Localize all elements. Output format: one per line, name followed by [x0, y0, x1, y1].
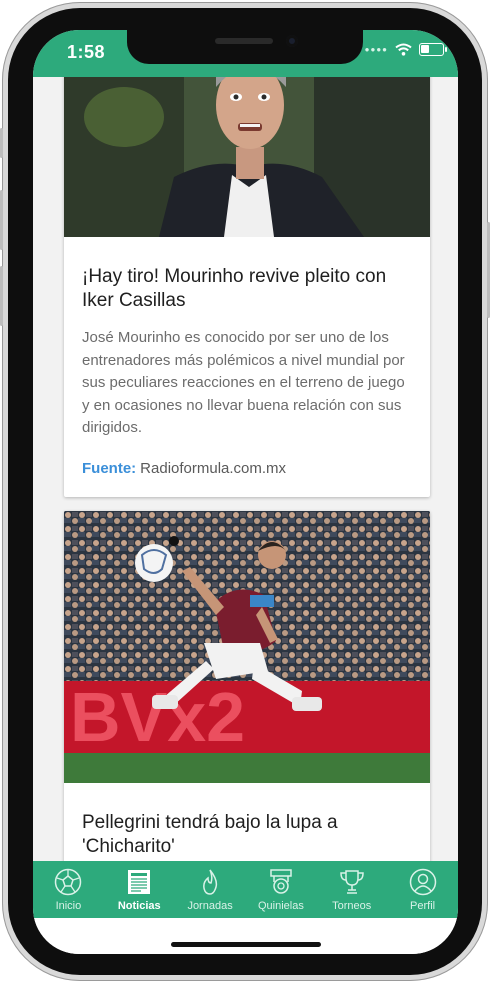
front-camera: [286, 35, 298, 47]
volume-down-button: [0, 266, 3, 326]
mute-switch: [0, 128, 3, 158]
tab-torneos[interactable]: Torneos: [316, 861, 387, 918]
home-indicator[interactable]: [171, 942, 321, 947]
news-feed[interactable]: ¡Hay tiro! Mourinho revive pleito con Ik…: [33, 77, 458, 861]
home-indicator-area: [33, 918, 458, 954]
notch: [127, 30, 363, 64]
tab-inicio[interactable]: Inicio: [33, 861, 104, 918]
status-icons: ●●●●: [364, 43, 447, 56]
source-name[interactable]: Radioformula.com.mx: [140, 460, 286, 477]
cellular-signal-icon: ●●●●: [364, 45, 388, 54]
tab-perfil[interactable]: Perfil: [387, 861, 458, 918]
volume-up-button: [0, 190, 3, 250]
battery-icon: [419, 43, 447, 56]
article-title[interactable]: Pellegrini tendrá bajo la lupa a 'Chicha…: [64, 811, 430, 859]
article-photo: [64, 77, 430, 237]
soccer-ball-icon: [53, 867, 83, 897]
newspaper-icon: [124, 867, 154, 897]
news-card[interactable]: ¡Hay tiro! Mourinho revive pleito con Ik…: [64, 77, 430, 497]
tab-label: Inicio: [55, 900, 82, 912]
billboard-text: BVx2: [70, 678, 245, 756]
trophy-icon: [337, 867, 367, 897]
photo-soccer-player-illustration: BVx2: [64, 511, 430, 783]
tab-noticias[interactable]: Noticias: [104, 861, 175, 918]
tab-label: Jornadas: [187, 900, 233, 912]
tab-quinielas[interactable]: Quinielas: [245, 861, 316, 918]
status-time: 1:58: [67, 42, 106, 62]
photo-coach-illustration: [64, 77, 430, 237]
badge-icon: [266, 867, 296, 897]
news-card[interactable]: BVx2 Pellegrini tendrá bajo la lupa a 'C…: [64, 511, 430, 861]
tab-label: Quinielas: [257, 900, 304, 912]
source-label: Fuente:: [82, 459, 137, 477]
flame-icon: [195, 867, 225, 897]
tab-label: Noticias: [117, 900, 161, 912]
wifi-icon: [395, 43, 412, 56]
tab-label: Perfil: [410, 900, 436, 912]
article-title[interactable]: ¡Hay tiro! Mourinho revive pleito con Ik…: [64, 265, 430, 313]
article-photo: BVx2: [64, 511, 430, 783]
screen: ¡Hay tiro! Mourinho revive pleito con Ik…: [33, 30, 458, 954]
status-bar: 1:58 ●●●●: [33, 30, 458, 77]
tab-bar: Inicio Noticias Jornadas Quinielas Torne…: [33, 861, 458, 918]
tab-label: Torneos: [332, 900, 372, 912]
profile-icon: [408, 867, 438, 897]
article-summary: José Mourinho es conocido por ser uno de…: [82, 329, 405, 436]
speaker-grille: [215, 38, 273, 44]
tab-jornadas[interactable]: Jornadas: [175, 861, 246, 918]
article-source: Fuente: Radioformula.com.mx: [64, 460, 430, 477]
